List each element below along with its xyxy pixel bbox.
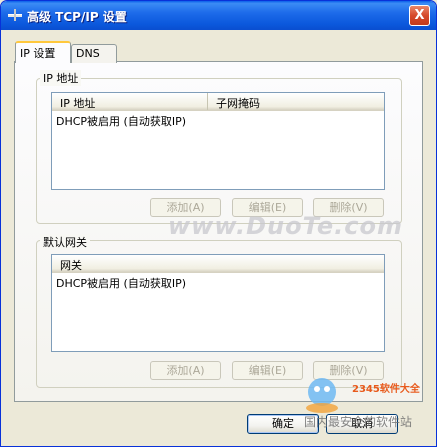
column-ip-address[interactable]: IP 地址 [52,93,208,110]
tab-dns[interactable]: DNS [71,44,117,63]
badge-brand: 2345软件大全 [352,384,420,395]
tab-ip-settings[interactable]: IP 设置 [15,41,71,63]
network-icon [8,9,22,21]
list-item[interactable]: DHCP被启用 (自动获取IP) [56,113,186,129]
list-item[interactable]: DHCP被启用 (自动获取IP) [56,275,186,291]
close-icon: X [414,8,425,23]
default-gateway-group-label: 默认网关 [40,234,90,250]
close-button[interactable]: X [409,5,430,26]
ip-address-list[interactable]: IP 地址 子网掩码 DHCP被启用 (自动获取IP) [51,92,385,190]
ip-address-group-label: IP 地址 [40,70,82,86]
gateway-edit-button[interactable]: 编辑(E) [232,361,303,380]
badge-slogan: 国内最安全的软件站 [304,415,413,429]
title-bar[interactable]: 高级 TCP/IP 设置 X [1,1,436,30]
list-header: 网关 [52,255,384,273]
gateway-add-button[interactable]: 添加(A) [150,361,221,380]
watermark-text: www.DuoTe.com [168,212,403,240]
gateway-list[interactable]: 网关 DHCP被启用 (自动获取IP) [51,254,385,352]
column-gateway[interactable]: 网关 [52,255,384,272]
window-title: 高级 TCP/IP 设置 [27,10,127,24]
list-header: IP 地址 子网掩码 [52,93,384,111]
column-subnet-mask[interactable]: 子网掩码 [208,93,384,110]
